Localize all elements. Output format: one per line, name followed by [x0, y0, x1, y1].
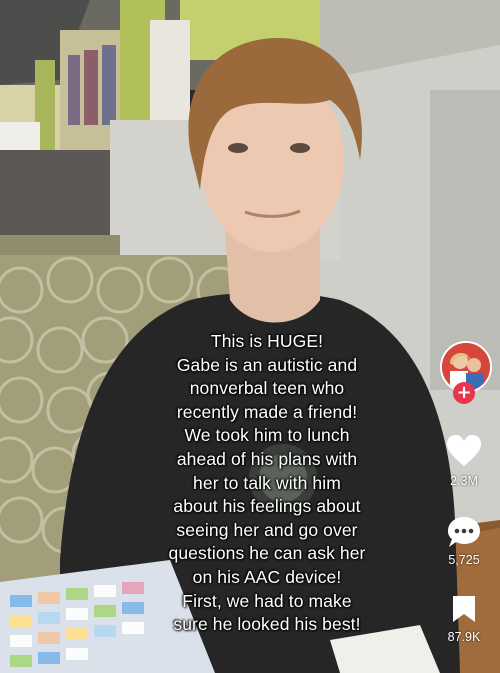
- caption-line: This is HUGE!: [210, 331, 324, 351]
- heart-icon: [447, 435, 481, 466]
- bookmark-icon: [453, 596, 475, 622]
- caption-line: Gabe is an autistic and: [176, 354, 358, 375]
- caption-line: recently made a friend!: [176, 401, 358, 422]
- caption-line: ahead of his plans with: [176, 448, 358, 469]
- caption-line: We took him to lunch: [184, 425, 350, 446]
- save-button[interactable]: [451, 594, 477, 624]
- caption-line: sure he looked his best!: [173, 614, 361, 635]
- caption-line: seeing her and go over: [176, 519, 358, 540]
- comment-button[interactable]: [446, 515, 482, 549]
- like-count: 2.3M: [450, 474, 478, 488]
- plus-icon: +: [456, 382, 472, 403]
- follow-button[interactable]: +: [453, 382, 475, 404]
- comment-bubble-icon: [448, 517, 480, 547]
- video-caption: This is HUGE! Gabe is an autistic and no…: [92, 330, 442, 637]
- caption-line: nonverbal teen who: [189, 378, 345, 399]
- video-frame[interactable]: This is HUGE! Gabe is an autistic and no…: [0, 0, 500, 673]
- caption-line: her to talk with him: [193, 472, 341, 493]
- caption-line: First, we had to make: [182, 590, 352, 611]
- save-count: 87.9K: [447, 630, 481, 644]
- like-button[interactable]: [446, 434, 482, 468]
- caption-line: about his feelings about: [173, 496, 361, 517]
- caption-line: questions he can ask her: [168, 543, 366, 564]
- comment-count: 5,725: [448, 553, 480, 567]
- caption-line: on his AAC device!: [192, 566, 342, 587]
